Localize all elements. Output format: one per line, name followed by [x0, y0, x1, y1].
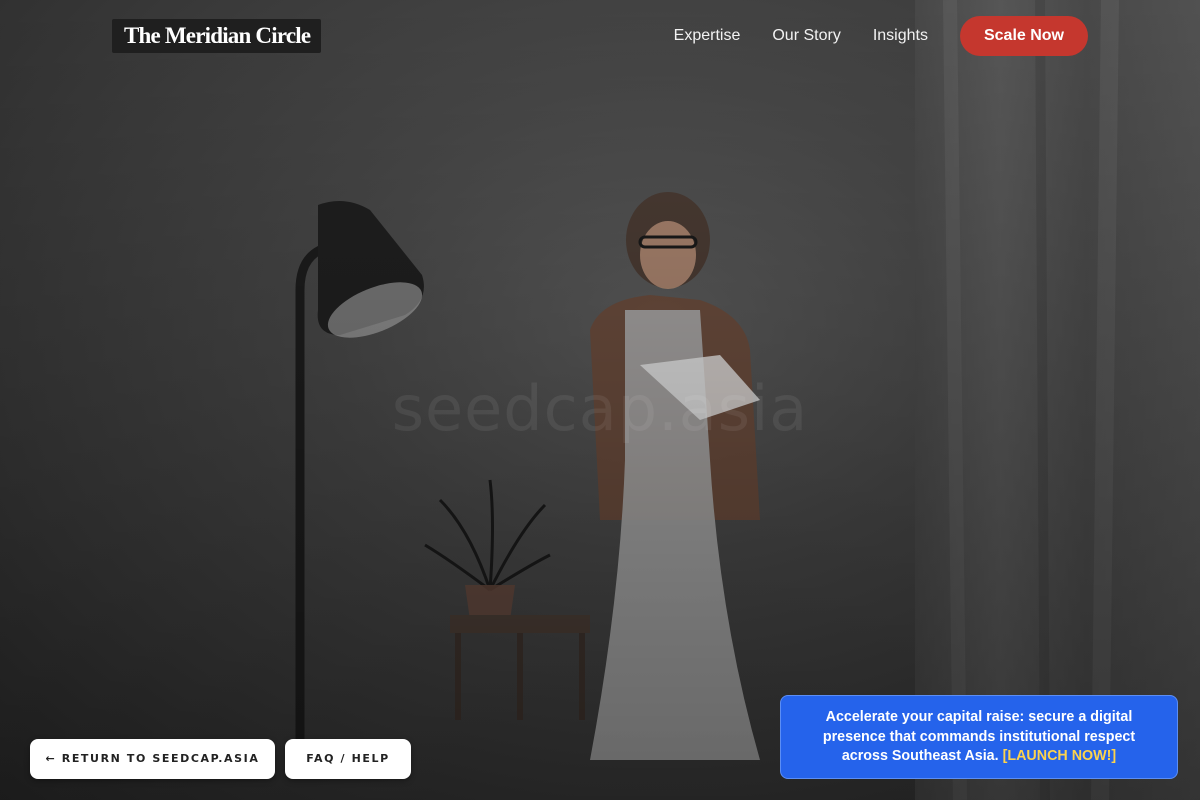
return-to-seedcap-button[interactable]: ← RETURN TO SEEDCAP.ASIA [30, 739, 275, 779]
promo-banner[interactable]: Accelerate your capital raise: secure a … [780, 695, 1178, 779]
nav-link-insights[interactable]: Insights [873, 27, 928, 45]
faq-help-button[interactable]: FAQ / HELP [285, 739, 411, 779]
site-logo[interactable]: The Meridian Circle [112, 19, 322, 53]
scale-now-button[interactable]: Scale Now [959, 16, 1088, 56]
nav-link-expertise[interactable]: Expertise [674, 27, 741, 45]
launch-now-link[interactable]: [LAUNCH NOW!] [1003, 748, 1117, 764]
hero-background: seedcap.asia [0, 0, 1200, 800]
watermark-text: seedcap.asia [391, 372, 809, 445]
nav-link-our-story[interactable]: Our Story [772, 27, 840, 45]
main-nav: Expertise Our Story Insights Scale Now [674, 16, 1088, 56]
